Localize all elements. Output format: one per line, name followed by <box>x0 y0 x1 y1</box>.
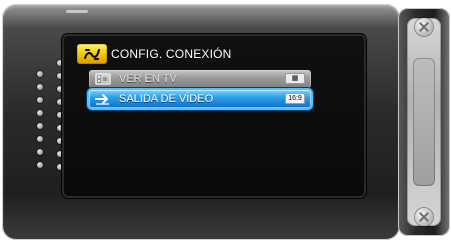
aspect-ratio-badge: 16:9 <box>285 93 305 104</box>
screw-icon <box>415 208 433 226</box>
hinge-panel <box>398 8 450 236</box>
side-button-3[interactable] <box>37 97 43 103</box>
menu-item-badge: ▦ <box>285 73 305 84</box>
menu-item-ver-en-tv[interactable]: VER EN TV ▦ <box>89 70 311 88</box>
device-body: CONFIG. CONEXIÓN VER EN TV ▦ SALIDA DE V… <box>2 4 400 240</box>
menu-item-label: SALIDA DE VÍDEO <box>119 93 214 105</box>
top-slot <box>66 10 88 13</box>
side-button-2[interactable] <box>37 84 43 90</box>
side-button-8[interactable] <box>37 162 43 168</box>
side-button-6[interactable] <box>37 136 43 142</box>
hinge-plate <box>407 18 441 226</box>
side-button-1[interactable] <box>37 71 43 77</box>
menu-title: CONFIG. CONEXIÓN <box>111 47 232 61</box>
side-button-7[interactable] <box>37 149 43 155</box>
hinge-cutout <box>413 58 435 186</box>
screw-icon <box>415 18 433 36</box>
menu-item-label: VER EN TV <box>119 73 177 85</box>
tv-icon <box>95 72 111 86</box>
connection-icon <box>77 44 107 64</box>
menu-title-row: CONFIG. CONEXIÓN <box>77 44 317 64</box>
menu-item-salida-de-video[interactable]: SALIDA DE VÍDEO 16:9 <box>89 90 311 108</box>
arrow-right-icon <box>95 92 111 106</box>
side-button-4[interactable] <box>37 110 43 116</box>
side-button-5[interactable] <box>37 123 43 129</box>
